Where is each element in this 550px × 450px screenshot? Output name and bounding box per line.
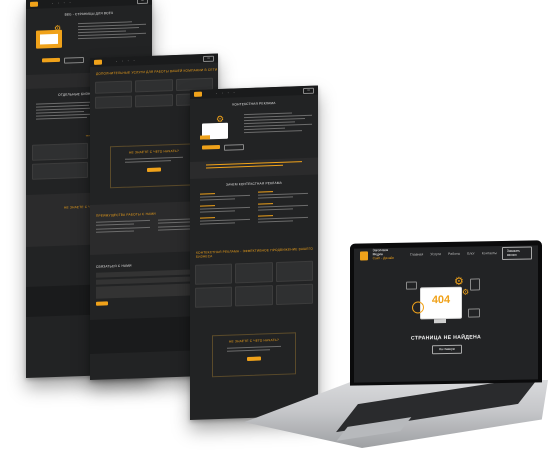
404-illustration: ⚙ ⚙ 404 xyxy=(406,276,486,331)
error-title: СТРАНИЦА НЕ НАЙДЕНА xyxy=(410,334,482,342)
logo-icon xyxy=(194,91,202,97)
service-card xyxy=(135,79,173,93)
service-card xyxy=(95,95,133,109)
service-card xyxy=(135,94,173,108)
hero-illustration: ⚙ xyxy=(32,21,72,54)
nav-item-works[interactable]: Работы xyxy=(448,252,460,256)
logo-icon xyxy=(30,1,38,7)
service-card xyxy=(95,80,133,94)
nav-item-home[interactable]: Главная xyxy=(410,252,423,256)
brand: Заголовок Медиа Сайт - Дизайн xyxy=(372,248,395,261)
logo-icon xyxy=(94,59,102,65)
benefit-card xyxy=(195,263,233,285)
laptop-mockup: Заголовок Медиа Сайт - Дизайн Главная Ус… xyxy=(238,238,550,450)
nav-item-contacts[interactable]: Контакты xyxy=(482,251,497,255)
feature-card xyxy=(32,142,88,161)
call-button[interactable]: Заказать звонок xyxy=(501,245,532,260)
gear-icon: ⚙ xyxy=(54,23,62,34)
more-button[interactable] xyxy=(64,56,84,64)
cta-block: НЕ ЗНАЕТЕ С ЧЕГО НАЧАТЬ? xyxy=(110,143,198,189)
hero-section: ⚙ xyxy=(26,14,152,55)
feature-card xyxy=(32,161,88,180)
call-button[interactable]: ••• xyxy=(137,0,148,4)
document-icon xyxy=(470,278,480,291)
photo-icon xyxy=(468,308,480,318)
chat-icon xyxy=(406,281,417,290)
main-nav: Главная Услуги Работы Блог Контакты xyxy=(410,251,497,257)
submit-button[interactable] xyxy=(96,301,108,306)
logo-icon xyxy=(360,250,368,261)
nav-item-services[interactable]: Услуги xyxy=(430,252,441,256)
benefit-card xyxy=(195,286,233,308)
more-button[interactable] xyxy=(224,144,244,151)
monitor-stand xyxy=(434,319,446,324)
call-button[interactable]: ••• xyxy=(203,55,214,62)
gear-icon: ⚙ xyxy=(216,113,225,125)
order-button[interactable] xyxy=(202,144,220,150)
hero-illustration: ⚙ xyxy=(196,112,240,144)
hero-text xyxy=(78,19,146,53)
nav-menu: • • • • xyxy=(52,1,71,6)
order-button[interactable] xyxy=(42,57,60,63)
brand-tagline: Сайт - Дизайн xyxy=(372,255,395,261)
monitor-icon: 404 xyxy=(420,286,462,320)
cta-button[interactable] xyxy=(147,167,161,173)
404-page: Заголовок Медиа Сайт - Дизайн Главная Ус… xyxy=(354,245,538,383)
site-header: Заголовок Медиа Сайт - Дизайн Главная Ус… xyxy=(354,245,538,262)
laptop-screen-frame: Заголовок Медиа Сайт - Дизайн Главная Ус… xyxy=(350,240,542,386)
small-gear-icon: ⚙ xyxy=(462,287,470,297)
nav-item-blog[interactable]: Блог xyxy=(467,251,475,255)
home-button[interactable]: На главную xyxy=(432,344,462,355)
call-button[interactable]: ••• xyxy=(303,87,314,94)
error-code: 404 xyxy=(431,293,451,307)
